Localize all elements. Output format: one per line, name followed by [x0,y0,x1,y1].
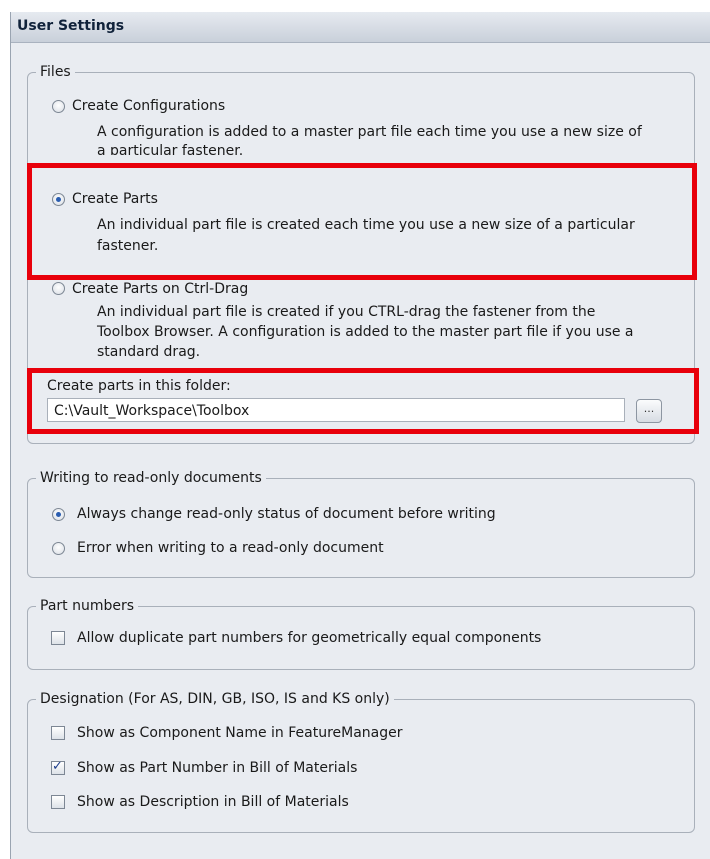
component-name-checkbox[interactable] [51,726,65,740]
create-configurations-desc-line2: a particular fastener. [97,143,244,155]
highlight-create-parts-box [27,163,697,280]
error-when-writing-radio[interactable] [52,542,65,555]
allow-duplicate-checkbox[interactable] [51,631,65,645]
description-bom-checkbox[interactable] [51,795,65,809]
part-number-bom-checkbox[interactable] [51,759,65,775]
create-parts-ctrl-drag-label[interactable]: Create Parts on Ctrl-Drag [72,280,248,298]
create-parts-ctrl-drag-desc-line1: An individual part file is created if yo… [97,304,596,320]
create-configurations-desc-line1: A configuration is added to a master par… [97,124,642,140]
allow-duplicate-label[interactable]: Allow duplicate part numbers for geometr… [77,629,541,647]
description-bom-label[interactable]: Show as Description in Bill of Materials [77,793,349,811]
component-name-label[interactable]: Show as Component Name in FeatureManager [77,724,403,742]
create-parts-ctrl-drag-desc-line3: standard drag. [97,344,201,360]
read-only-group: Writing to read-only documents [27,469,695,578]
panel-header: User Settings [11,12,710,43]
read-only-legend: Writing to read-only documents [36,469,266,487]
designation-legend: Designation (For AS, DIN, GB, ISO, IS an… [36,690,394,708]
error-when-writing-label[interactable]: Error when writing to a read-only docume… [77,539,384,557]
create-parts-ctrl-drag-desc-line2: Toolbox Browser. A configuration is adde… [97,324,634,340]
highlight-folder-box [27,368,699,434]
create-configurations-radio[interactable] [52,100,65,113]
always-change-label[interactable]: Always change read-only status of docume… [77,505,496,523]
files-legend: Files [36,63,75,81]
create-configurations-label[interactable]: Create Configurations [72,97,225,115]
create-parts-ctrl-drag-radio[interactable] [52,282,65,295]
part-number-bom-label[interactable]: Show as Part Number in Bill of Materials [77,759,357,777]
panel-title: User Settings [17,18,125,34]
part-numbers-legend: Part numbers [36,597,139,615]
always-change-radio[interactable] [52,508,65,521]
